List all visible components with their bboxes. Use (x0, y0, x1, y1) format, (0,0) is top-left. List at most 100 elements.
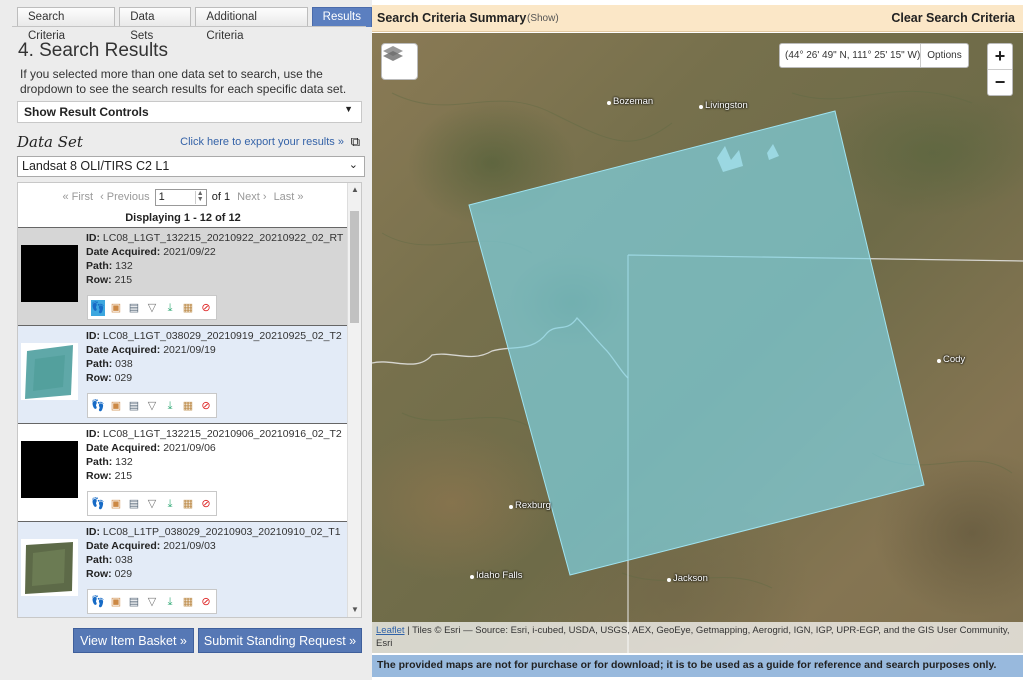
id-label: ID: (86, 232, 100, 244)
attribution-text: | Tiles © Esri — Source: Esri, i-cubed, … (376, 625, 1010, 649)
tab-data-sets[interactable]: Data Sets (119, 7, 192, 42)
result-path: 038 (115, 554, 133, 566)
compare-icon[interactable]: ▤ (127, 398, 141, 414)
exclude-icon[interactable]: ⊘ (199, 300, 213, 316)
path-label: Path: (86, 554, 113, 566)
submit-standing-request-button[interactable]: Submit Standing Request » (198, 628, 362, 653)
options-button[interactable]: Options (920, 44, 968, 67)
result-item[interactable]: ID: LC08_L1GT_132215_20210922_20210922_0… (18, 227, 348, 325)
previous-page-link[interactable]: ‹ Previous (100, 191, 150, 203)
result-path: 132 (115, 260, 133, 272)
metadata-icon[interactable]: ▽ (145, 300, 159, 316)
map-disclaimer: The provided maps are not for purchase o… (372, 655, 1023, 677)
result-item[interactable]: ID: LC08_L1GT_132215_20210906_20210916_0… (18, 423, 348, 521)
footprint-icon[interactable]: 👣 (91, 594, 105, 610)
compare-icon[interactable]: ▤ (127, 300, 141, 316)
exclude-icon[interactable]: ⊘ (199, 594, 213, 610)
exclude-icon[interactable]: ⊘ (199, 398, 213, 414)
dataset-select-value: Landsat 8 OLI/TIRS C2 L1 (22, 159, 170, 173)
search-panel: Search Criteria Data Sets Additional Cri… (0, 0, 372, 680)
clear-search-criteria-link[interactable]: Clear Search Criteria (891, 11, 1015, 25)
leaflet-link[interactable]: Leaflet (376, 625, 405, 636)
scene-thumbnail[interactable] (21, 539, 78, 596)
download-icon[interactable]: ⤓ (163, 594, 177, 610)
download-icon[interactable]: ⤓ (163, 300, 177, 316)
footprint-icon[interactable]: 👣 (91, 398, 105, 414)
browse-overlay-icon[interactable]: ▣ (109, 300, 123, 316)
row-label: Row: (86, 274, 112, 286)
compare-icon[interactable]: ▤ (127, 594, 141, 610)
download-icon[interactable]: ⤓ (163, 398, 177, 414)
scroll-up-icon[interactable]: ▲ (348, 183, 361, 197)
result-info: ID: LC08_L1GT_132215_20210922_20210922_0… (86, 231, 343, 287)
scene-thumbnail-image (25, 542, 73, 594)
external-link-icon[interactable]: ⧉ (351, 134, 360, 150)
tab-additional-criteria[interactable]: Additional Criteria (195, 7, 308, 42)
result-path: 132 (115, 456, 133, 468)
result-row: 215 (114, 470, 133, 482)
result-item[interactable]: ID: LC08_L1TP_038029_20210903_20210910_0… (18, 521, 348, 617)
tab-search-criteria[interactable]: Search Criteria (17, 7, 116, 42)
page-count: of 1 (211, 191, 231, 204)
tab-divider (12, 26, 366, 27)
last-page-link[interactable]: Last » (274, 191, 304, 203)
exclude-icon[interactable]: ⊘ (199, 496, 213, 512)
page-title: 4. Search Results (18, 40, 168, 61)
footprint-icon[interactable]: 👣 (91, 496, 105, 512)
result-info: ID: LC08_L1GT_132215_20210906_20210916_0… (86, 427, 342, 483)
id-label: ID: (86, 330, 100, 342)
browse-overlay-icon[interactable]: ▣ (109, 398, 123, 414)
metadata-icon[interactable]: ▽ (145, 594, 159, 610)
view-item-basket-button[interactable]: View Item Basket » (73, 628, 194, 653)
scroll-thumb[interactable] (350, 211, 359, 323)
dataset-label: Data Set (17, 133, 83, 151)
map-view[interactable]: Bozeman Livingston Cody Rexburg Idaho Fa… (372, 33, 1023, 653)
result-controls-dropdown[interactable]: Show Result Controls ▼ (17, 101, 362, 123)
metadata-icon[interactable]: ▽ (145, 398, 159, 414)
page-number-input[interactable]: 1 ▲ ▼ (154, 189, 207, 206)
export-results-link[interactable]: Click here to export your results » (180, 136, 344, 148)
metadata-icon[interactable]: ▽ (145, 496, 159, 512)
page-number-value: 1 (158, 191, 165, 203)
order-icon[interactable]: ▦ (181, 496, 195, 512)
zoom-in-button[interactable]: + (988, 44, 1012, 70)
scene-thumbnail[interactable] (21, 343, 78, 400)
compare-icon[interactable]: ▤ (127, 496, 141, 512)
zoom-out-button[interactable]: − (988, 70, 1012, 96)
result-date: 2021/09/19 (163, 344, 216, 356)
date-label: Date Acquired: (86, 540, 161, 552)
tab-results[interactable]: Results (311, 7, 372, 27)
layers-button[interactable] (381, 43, 418, 80)
date-label: Date Acquired: (86, 246, 161, 258)
order-icon[interactable]: ▦ (181, 300, 195, 316)
id-label: ID: (86, 428, 100, 440)
scroll-down-icon[interactable]: ▼ (348, 603, 361, 617)
footprint-icon[interactable]: 👣 (91, 299, 105, 316)
scene-thumbnail[interactable] (21, 245, 78, 302)
date-label: Date Acquired: (86, 442, 161, 454)
result-id: LC08_L1GT_038029_20210919_20210925_02_T2 (102, 330, 342, 342)
coordinate-display: (44° 26' 49" N, 111° 25' 15" W) Options (779, 43, 969, 68)
result-item[interactable]: ID: LC08_L1GT_038029_20210919_20210925_0… (18, 325, 348, 423)
scene-thumbnail[interactable] (21, 441, 78, 498)
order-icon[interactable]: ▦ (181, 398, 195, 414)
date-label: Date Acquired: (86, 344, 161, 356)
browse-overlay-icon[interactable]: ▣ (109, 496, 123, 512)
row-label: Row: (86, 568, 112, 580)
results-scrollbar[interactable]: ▲ ▼ (347, 183, 361, 617)
browse-overlay-icon[interactable]: ▣ (109, 594, 123, 610)
spinner-icon[interactable]: ▲ ▼ (194, 190, 205, 204)
city-label-cody: Cody (936, 354, 966, 365)
result-row: 029 (114, 568, 133, 580)
dataset-select[interactable]: Landsat 8 OLI/TIRS C2 L1 ⌄ (17, 156, 365, 177)
tab-bar: Search Criteria Data Sets Additional Cri… (17, 7, 372, 42)
next-page-link[interactable]: Next › (237, 191, 266, 203)
summary-show-link[interactable]: (Show) (527, 13, 559, 24)
result-row: 215 (114, 274, 133, 286)
result-toolbar: 👣 ▣ ▤ ▽ ⤓ ▦ ⊘ (87, 589, 217, 614)
result-date: 2021/09/06 (163, 442, 216, 454)
first-page-link[interactable]: « First (62, 191, 93, 203)
city-label-idaho-falls: Idaho Falls (469, 570, 523, 581)
download-icon[interactable]: ⤓ (163, 496, 177, 512)
order-icon[interactable]: ▦ (181, 594, 195, 610)
